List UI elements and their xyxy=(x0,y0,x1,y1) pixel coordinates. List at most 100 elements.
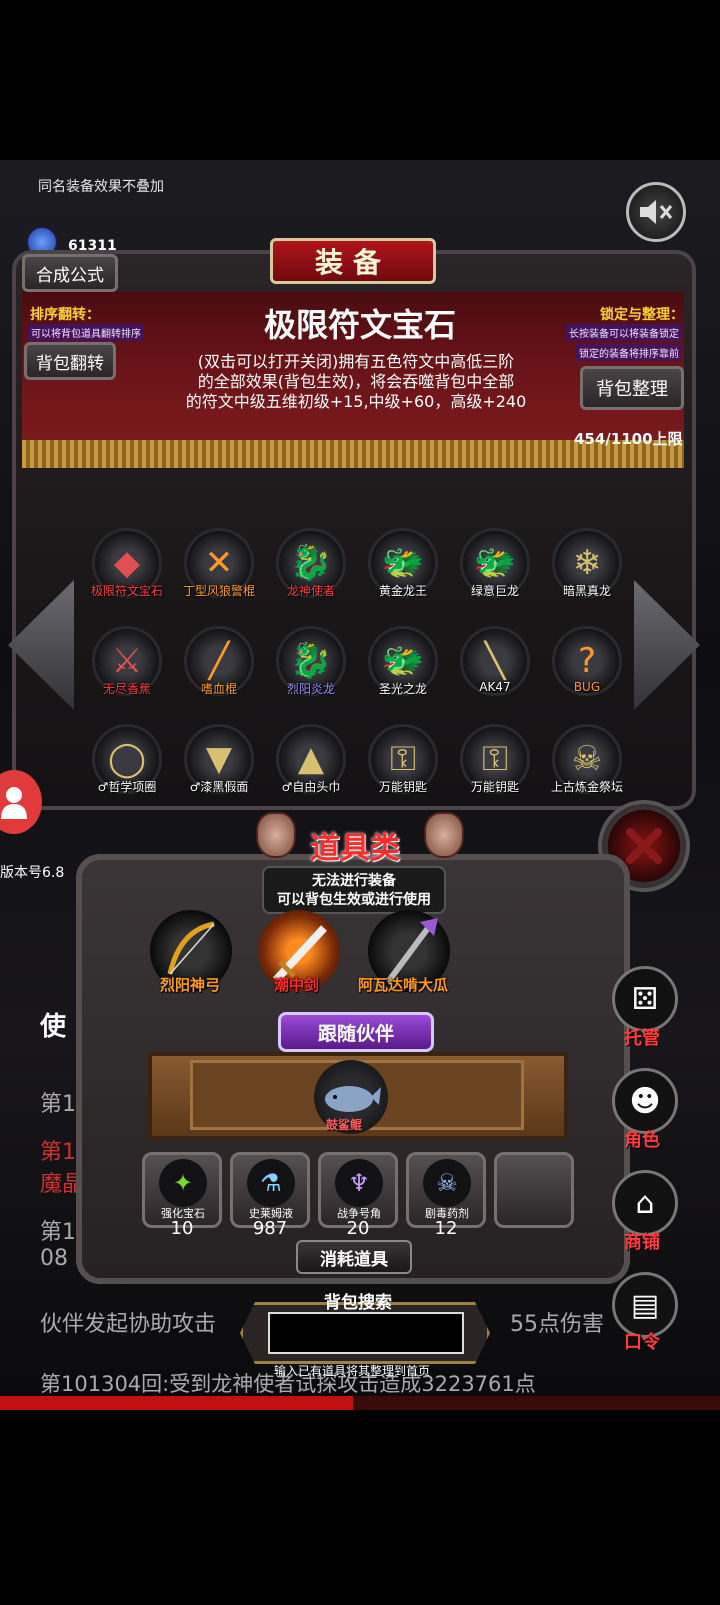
hooded-figure-icon: ☻ xyxy=(629,1083,661,1119)
bag-capacity: 454/1100上限 xyxy=(574,430,683,448)
flip-note: 可以将背包道具翻转排序 xyxy=(28,324,144,341)
props-note-line: 可以背包生效或进行使用 xyxy=(277,892,431,908)
green-gem-icon: ✦ xyxy=(159,1159,207,1207)
grid-item[interactable]: ╱ 嗜血棍 xyxy=(180,626,258,716)
search-title: 背包搜索 xyxy=(324,1293,392,1313)
grid-item[interactable]: ⚿ 万能钥匙 xyxy=(364,724,442,814)
lock-title: 锁定与整理： xyxy=(600,307,684,323)
flip-title: 排序翻转： xyxy=(30,307,100,323)
grid-item-label: ♂自由头巾 xyxy=(281,780,341,794)
shop-icon: ⌂ xyxy=(635,1185,655,1221)
person-icon xyxy=(1,787,27,819)
grid-item-label: 绿意巨龙 xyxy=(470,584,519,598)
props-note-line: 无法进行装备 xyxy=(312,873,396,889)
prop-label: 阿瓦达啃大瓜 xyxy=(358,976,449,994)
item-grid: ◆ 极限符文宝石 ✕ 丁型风狼警棍 🐉 龙神使者 🐲 黄金龙王 🐲 绿意巨龙 ❄ 暗黑真龙 ⚔ 无尽香蕉 ╱… xyxy=(88,528,634,808)
selected-item-description: (双击可以打开关闭)拥有五色符文中高低三阶 的全部效果(背包生效)，将会吞噬背包… xyxy=(168,352,544,412)
flip-button[interactable]: 背包翻转 xyxy=(24,342,116,380)
grid-item[interactable]: ⚿ 万能钥匙 xyxy=(456,724,534,814)
consumable-slot[interactable]: ♆ 战争号角 xyxy=(318,1152,398,1228)
panel-title: 装备 xyxy=(270,238,436,284)
whale-icon xyxy=(325,1086,381,1112)
log-line: 08 xyxy=(40,1246,68,1271)
search-hint: 输入已有道具将其整理到首页 xyxy=(274,1364,431,1378)
consumable-slot[interactable]: ⚗ 史莱姆液 xyxy=(230,1152,310,1228)
props-note: 无法进行装备 可以背包生效或进行使用 xyxy=(262,866,446,914)
auto-play-button[interactable]: ⚄ xyxy=(612,966,678,1032)
grid-item-label: 上古炼金祭坛 xyxy=(550,780,623,794)
consumable-slot[interactable]: ✦ 强化宝石 xyxy=(142,1152,222,1228)
horn-icon: ♆ xyxy=(335,1159,383,1207)
consumable-count: 20 xyxy=(346,1218,370,1239)
grid-item[interactable]: 🐲 绿意巨龙 xyxy=(456,528,534,618)
consumable-count: 10 xyxy=(170,1218,194,1239)
prop-label: 烈阳神弓 xyxy=(160,976,221,994)
grid-item[interactable]: ▼ ♂漆黑假面 xyxy=(180,724,258,814)
shop-button[interactable]: ⌂ xyxy=(612,1170,678,1236)
grid-item-label: 暗黑真龙 xyxy=(562,584,611,598)
grid-item-label: 龙神使者 xyxy=(286,584,335,598)
grid-item-label: 丁型风狼警棍 xyxy=(182,584,255,598)
grid-item-label: ♂漆黑假面 xyxy=(189,780,249,794)
log-line: 使 xyxy=(40,1012,67,1042)
grid-item[interactable]: ? BUG xyxy=(548,626,626,716)
desc-line: (双击可以打开关闭)拥有五色符文中高低三阶 xyxy=(197,352,515,371)
stack-hint: 同名装备效果不叠加 xyxy=(38,179,164,195)
props-title: 道具类 xyxy=(310,831,400,866)
grid-item[interactable]: ☠ 上古炼金祭坛 xyxy=(548,724,626,814)
sort-button[interactable]: 背包整理 xyxy=(580,366,684,410)
scroll-book-icon: ▤ xyxy=(630,1287,660,1323)
empty-consumable-slot[interactable] xyxy=(494,1152,574,1228)
grid-item[interactable]: 🐲 黄金龙王 xyxy=(364,528,442,618)
grid-item-label: 极限符文宝石 xyxy=(90,584,163,598)
follow-title: 跟随伙伴 xyxy=(278,1012,434,1052)
grid-item[interactable]: ❄ 暗黑真龙 xyxy=(548,528,626,618)
side-menu-label: 角色 xyxy=(624,1130,660,1151)
consumable-count: 12 xyxy=(434,1218,458,1239)
game-screen: 同名装备效果不叠加 61311 装备 合成公式 排序翻转： 可以将背包道具翻转排… xyxy=(0,0,720,1605)
grid-item[interactable]: ╲ AK47 xyxy=(456,626,534,716)
consumables-title: 消耗道具 xyxy=(296,1240,412,1274)
recipe-button[interactable]: 合成公式 xyxy=(22,254,118,292)
log-line: 55点伤害 xyxy=(510,1312,604,1337)
pet-name: 鼓鲨鲲 xyxy=(326,1118,363,1132)
grid-item[interactable]: ◯ ♂哲学项圈 xyxy=(88,724,166,814)
prop-label: 潮中剑 xyxy=(274,976,320,994)
dice-icon: ⚄ xyxy=(631,981,659,1017)
character-button[interactable]: ☻ xyxy=(612,1068,678,1134)
progress-fill xyxy=(0,1396,353,1410)
mute-button[interactable] xyxy=(626,182,686,242)
side-menu-label: 托管 xyxy=(624,1028,660,1049)
version-label: 版本号6.8 xyxy=(0,865,65,881)
grid-item[interactable]: ⚔ 无尽香蕉 xyxy=(88,626,166,716)
desc-line: 的符文中级五维初级+15,中级+60，高级+240 xyxy=(185,392,527,411)
grid-item-label: 烈阳炎龙 xyxy=(286,682,335,696)
close-icon xyxy=(626,828,662,864)
grid-item[interactable]: ✕ 丁型风狼警棍 xyxy=(180,528,258,618)
bag-search-input[interactable] xyxy=(268,1312,464,1354)
lock-note-1: 长按装备可以将装备锁定 xyxy=(566,324,682,341)
log-line: 伙伴发起协助攻击 xyxy=(40,1312,217,1337)
grid-item-label: ♂哲学项圈 xyxy=(97,780,157,794)
grid-item-label: AK47 xyxy=(479,680,511,694)
grid-item[interactable]: 🐉 龙神使者 xyxy=(272,528,350,618)
grid-item[interactable]: ▲ ♂自由头巾 xyxy=(272,724,350,814)
consumable-count: 987 xyxy=(252,1218,288,1239)
grid-item-label: 黄金龙王 xyxy=(378,584,427,598)
grid-item-label: 无尽香蕉 xyxy=(102,682,151,696)
poison-potion-icon: ☠ xyxy=(423,1159,471,1207)
grid-item-label: 嗜血棍 xyxy=(200,682,237,696)
grid-item-label: 圣光之龙 xyxy=(378,682,427,696)
consumable-slot[interactable]: ☠ 剧毒药剂 xyxy=(406,1152,486,1228)
money-bag-icon xyxy=(424,812,464,858)
grid-item[interactable]: 🐲 圣光之龙 xyxy=(364,626,442,716)
side-menu-label: 口令 xyxy=(624,1332,660,1353)
lock-note-2: 锁定的装备将排序靠前 xyxy=(576,344,682,361)
grid-item[interactable]: ◆ 极限符文宝石 xyxy=(88,528,166,618)
side-menu-label: 商铺 xyxy=(624,1232,660,1253)
grid-item-label: 万能钥匙 xyxy=(470,780,519,794)
speaker-muted-icon xyxy=(640,200,673,224)
grid-item[interactable]: 🐉 烈阳炎龙 xyxy=(272,626,350,716)
grid-item-label: 万能钥匙 xyxy=(378,780,427,794)
grid-item-label: BUG xyxy=(573,680,601,694)
